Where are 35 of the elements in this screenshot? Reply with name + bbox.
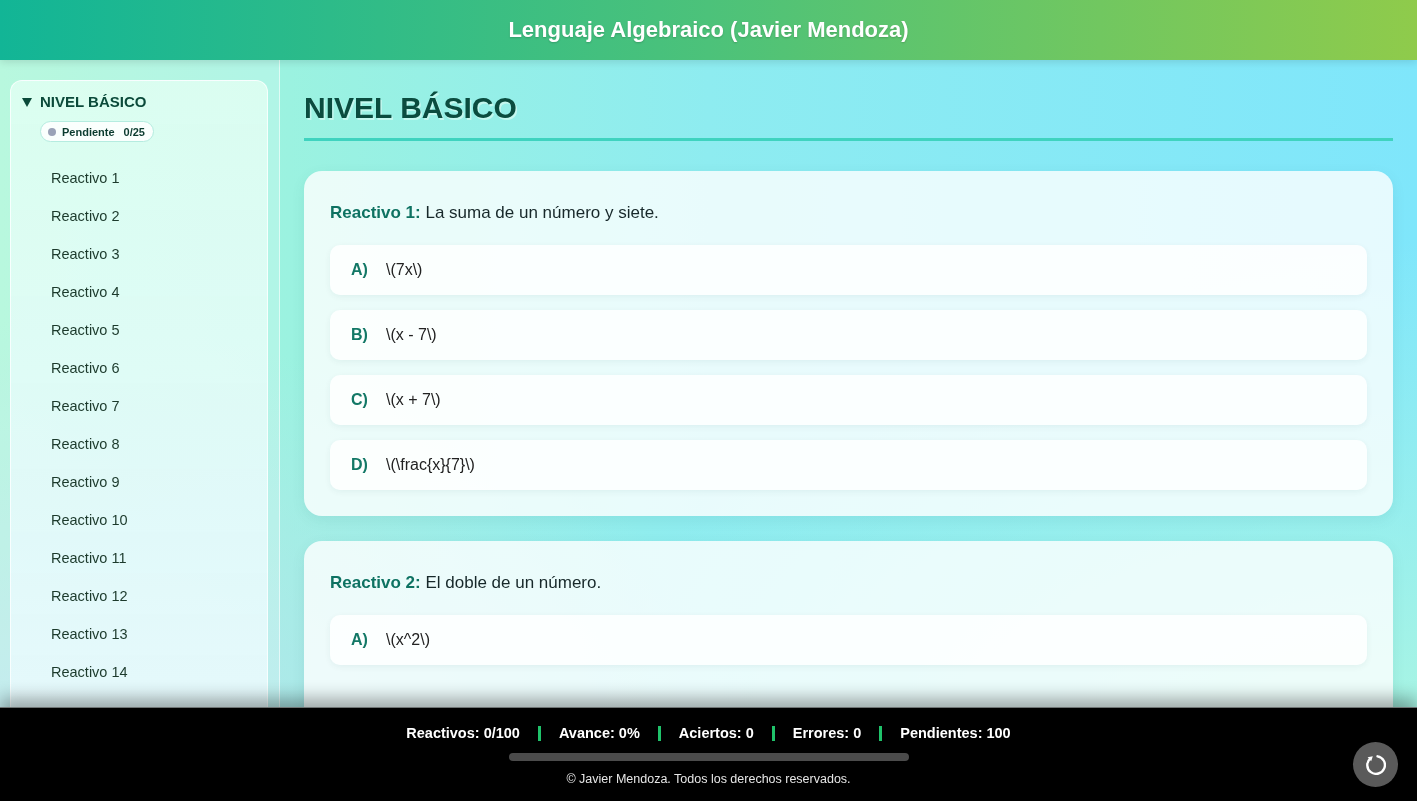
sidebar-item[interactable]: Reactivo 13: [22, 615, 256, 653]
sidebar-item[interactable]: Reactivo 3: [22, 235, 256, 273]
answer-option[interactable]: D) \(\frac{x}{7}\): [330, 440, 1367, 490]
sidebar-item[interactable]: Reactivo 14: [22, 653, 256, 691]
reload-icon: [1365, 754, 1386, 775]
status-dot-icon: [48, 127, 56, 136]
section-heading: NIVEL BÁSICO: [304, 90, 517, 126]
copyright-text: © Javier Mendoza. Todos los derechos reservados.: [566, 771, 851, 787]
reload-button[interactable]: [1353, 742, 1398, 787]
sidebar-item[interactable]: Reactivo 6: [22, 349, 256, 387]
answer-option[interactable]: B) \(x - 7\): [330, 310, 1367, 360]
stat-text: Pendientes: 100: [900, 724, 1011, 743]
sidebar-item[interactable]: Reactivo 2: [22, 197, 256, 235]
sidebar-item[interactable]: Reactivo 5: [22, 311, 256, 349]
stat-text: Errores: 0: [792, 724, 862, 743]
sidebar-item[interactable]: Reactivo 7: [22, 387, 256, 425]
question-text: Reactivo 2: El doble de un número.: [330, 572, 602, 594]
count-text: 0/25: [123, 124, 145, 139]
sidebar-item[interactable]: Reactivo 12: [22, 577, 256, 615]
answer-option[interactable]: A) \(7x\): [330, 245, 1367, 295]
sidebar-item[interactable]: Reactivo 8: [22, 425, 256, 463]
status-text: Pendiente: [62, 124, 115, 139]
app-title: Lenguaje Algebraico (Javier Mendoza): [508, 16, 909, 44]
stat-text: Reactivos: 0/100: [406, 724, 520, 743]
sidebar-item[interactable]: Reactivo 10: [22, 501, 256, 539]
question-text: Reactivo 1: La suma de un número y siete.: [330, 202, 659, 224]
sidebar-item[interactable]: Reactivo 4: [22, 273, 256, 311]
answer-option[interactable]: C) \(x + 7\): [330, 375, 1367, 425]
sidebar-item[interactable]: Reactivo 1: [22, 159, 256, 197]
sidebar-item[interactable]: Reactivo 9: [22, 463, 256, 501]
stat-text: Aciertos: 0: [678, 724, 754, 743]
stat-text: Avance: 0%: [558, 724, 640, 743]
section-toggle[interactable]: NIVEL BÁSICO: [22, 92, 147, 112]
sidebar-item[interactable]: Reactivo 11: [22, 539, 256, 577]
answer-option[interactable]: A) \(x^2\): [330, 615, 1367, 665]
